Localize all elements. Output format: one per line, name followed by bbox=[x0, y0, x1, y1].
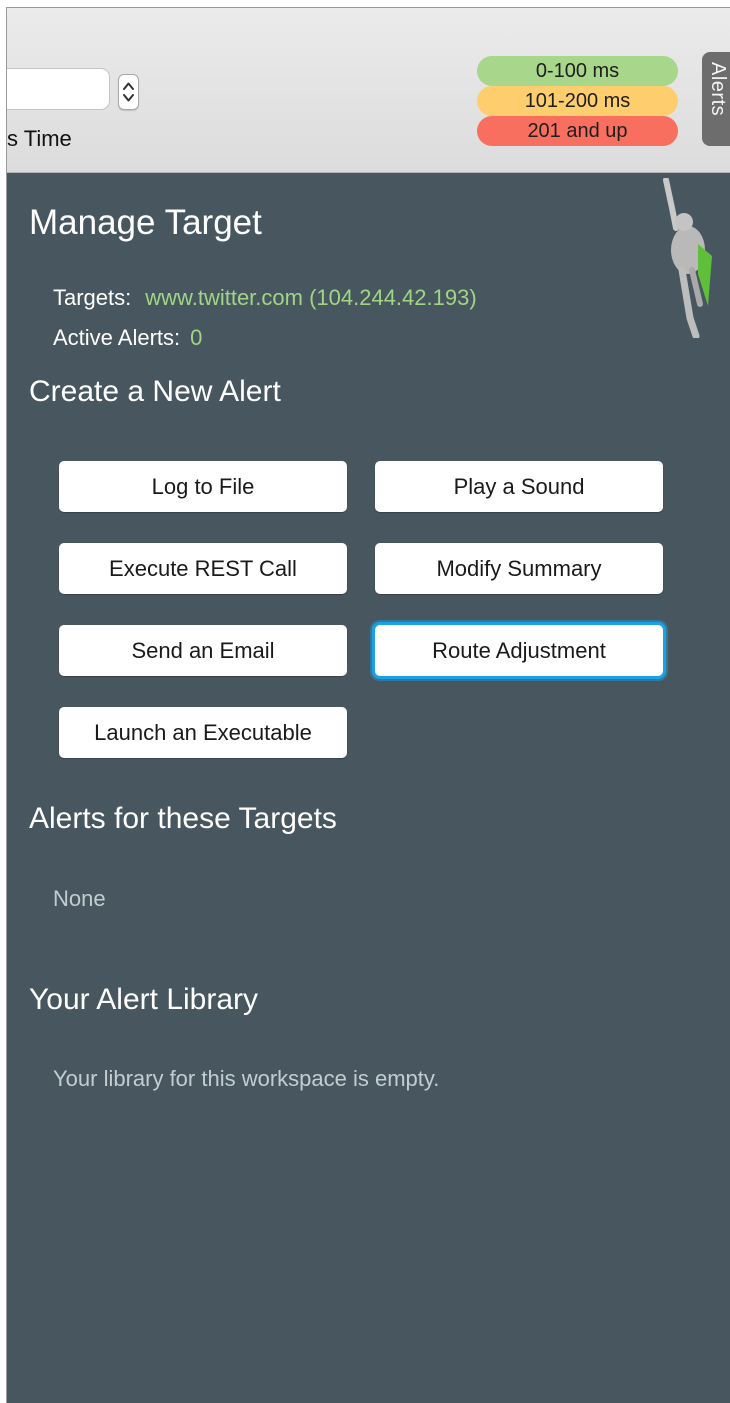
modify-summary-button[interactable]: Modify Summary bbox=[375, 543, 663, 594]
active-alerts-count: 0 bbox=[190, 325, 203, 350]
app-window: s Time 0-100 ms 101-200 ms 201 and up Al… bbox=[6, 7, 730, 1403]
execute-rest-call-button[interactable]: Execute REST Call bbox=[59, 543, 347, 594]
targets-row: Targets: www.twitter.com (104.244.42.193) bbox=[53, 285, 477, 311]
targets-label: Targets: bbox=[53, 285, 132, 310]
alerts-panel: Manage Target Targets: www.twitter.com (1… bbox=[7, 173, 730, 1403]
legend-item-slow: 201 and up bbox=[477, 116, 678, 146]
time-range-stepper[interactable] bbox=[118, 74, 139, 110]
launch-executable-button[interactable]: Launch an Executable bbox=[59, 707, 347, 758]
route-adjustment-button[interactable]: Route Adjustment bbox=[375, 625, 663, 676]
play-sound-button[interactable]: Play a Sound bbox=[375, 461, 663, 512]
latency-legend: 0-100 ms 101-200 ms 201 and up bbox=[477, 56, 678, 146]
legend-item-fast: 0-100 ms bbox=[477, 56, 678, 86]
superhero-mascot-icon bbox=[663, 178, 712, 338]
toolbar: s Time 0-100 ms 101-200 ms 201 and up Al… bbox=[7, 8, 730, 173]
alert-library-title: Your Alert Library bbox=[29, 983, 259, 1016]
time-range-label: s Time bbox=[7, 126, 72, 151]
legend-item-medium: 101-200 ms bbox=[477, 86, 678, 116]
targets-value: www.twitter.com (104.244.42.193) bbox=[145, 285, 477, 310]
alerts-panel-tab[interactable]: Alerts bbox=[702, 52, 730, 146]
time-range-field[interactable] bbox=[7, 68, 110, 110]
active-alerts-label: Active Alerts: bbox=[53, 325, 181, 350]
alerts-for-targets-empty: None bbox=[53, 886, 106, 911]
alerts-for-targets-title: Alerts for these Targets bbox=[29, 802, 337, 835]
stepper-arrows-icon bbox=[123, 82, 134, 102]
alert-library-empty: Your library for this workspace is empty… bbox=[53, 1066, 440, 1091]
log-to-file-button[interactable]: Log to File bbox=[59, 461, 347, 512]
alerts-tab-label: Alerts bbox=[707, 62, 729, 117]
manage-target-title: Manage Target bbox=[29, 203, 262, 242]
active-alerts-row: Active Alerts: 0 bbox=[53, 325, 202, 351]
create-alert-title: Create a New Alert bbox=[29, 375, 281, 408]
send-email-button[interactable]: Send an Email bbox=[59, 625, 347, 676]
